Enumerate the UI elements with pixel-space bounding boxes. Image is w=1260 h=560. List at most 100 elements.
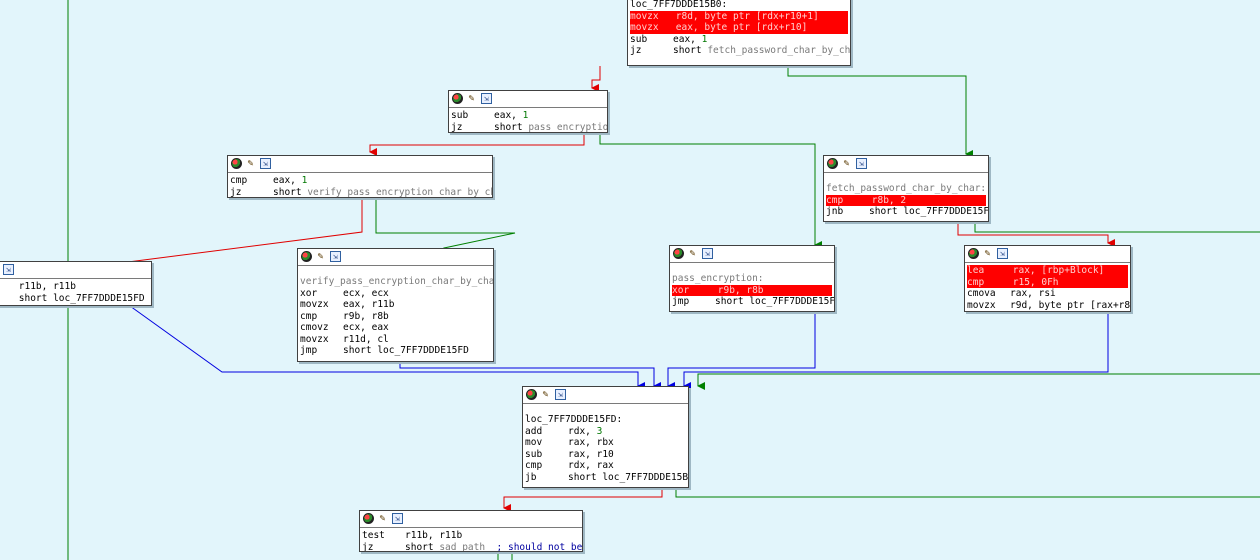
node-color-icon[interactable] [452,93,463,104]
code-block-loc-15fd[interactable]: ✎ ⇲ loc_7FF7DDDE15FD: add rdx, 3 mov rax, rbx… [522,386,689,488]
code-line[interactable]: cmp eax, 1 [230,175,490,187]
code-line[interactable]: movzx r11d, cl [300,334,491,346]
block-header: ✎⇲ [523,387,688,404]
code-line[interactable]: cmova rax, rsi [967,288,1128,300]
symbol-reference[interactable]: fetch_password_char_by_char [707,45,850,56]
code-line[interactable]: movzx eax, byte ptr [rdx+r10] [630,22,848,34]
group-graph-icon[interactable]: ⇲ [856,158,867,169]
operands: short loc_7FF7DDDE15FD [869,206,989,217]
code-line[interactable]: xor ecx, ecx [300,288,491,300]
code-line[interactable] [525,406,686,414]
mnemonic: add [525,425,543,437]
mnemonic: xor [300,287,318,299]
operands: rdx, [568,425,597,437]
code-line[interactable]: xor r9b, r8b [672,284,832,296]
code-line[interactable]: movzx eax, r11b [300,299,491,311]
block-header: ✎⇲ [449,91,607,108]
code-line[interactable]: sub eax, 1 [630,34,848,46]
rename-icon[interactable]: ✎ [245,158,256,169]
operands: short [273,186,308,198]
symbol-reference[interactable]: sad_path [439,542,485,552]
code-block-body: r r11b, r11bp short loc_7FF7DDDE15FD [0,279,151,305]
code-line[interactable]: jz short verify_pass_encryption_char_by_c… [230,186,492,198]
group-graph-icon[interactable]: ⇲ [260,158,271,169]
rename-icon[interactable]: ✎ [466,93,477,104]
rename-icon[interactable]: ✎ [982,248,993,259]
code-line[interactable] [300,268,491,276]
rename-icon[interactable]: ✎ [377,513,388,524]
rename-icon[interactable]: ✎ [540,389,551,400]
code-block-test-r11b[interactable]: ✎ ⇲ test r11b, r11b jz short sad_path ; shou… [359,510,583,552]
code-line[interactable]: movzx r9d, byte ptr [rax+r8] [967,299,1130,312]
code-line[interactable]: cmp rdx, rax [525,460,686,472]
group-graph-icon[interactable]: ⇲ [702,248,713,259]
code-block-body: lea rax, [rbp+Block] cmp r15, 0Fh cmova rax… [965,263,1130,312]
code-line[interactable]: pass_encryption: [672,273,832,285]
code-block-left-partial[interactable]: ✎⇲ r r11b, r11bp short loc_7FF7DDDE15FD [0,261,152,306]
node-color-icon[interactable] [673,248,684,259]
mnemonic: movzx [300,333,329,345]
group-graph-icon[interactable]: ⇲ [330,251,341,262]
code-line[interactable]: test r11b, r11b [362,530,580,542]
code-line[interactable]: jz short pass_encryption [451,122,607,133]
code-line[interactable]: loc_7FF7DDDE15FD: [525,414,686,426]
group-graph-icon[interactable]: ⇲ [392,513,403,524]
mnemonic: movzx [967,299,996,311]
group-graph-icon[interactable]: ⇲ [3,264,14,275]
block-header: ✎⇲ [965,246,1130,263]
edge-n0-true [787,66,973,158]
node-color-icon[interactable] [363,513,374,524]
code-line[interactable]: lea rax, [rbp+Block] [967,265,1128,277]
code-line[interactable]: r r11b, r11b [0,281,149,293]
immediate-value: 3 [596,425,603,437]
node-color-icon[interactable] [301,251,312,262]
code-line[interactable]: sub eax, 1 [451,110,605,122]
code-line[interactable]: fetch_password_char_by_char: [826,183,986,195]
code-block-sub-eax[interactable]: ✎ ⇲ sub eax, 1 jz short pass_encryption [448,90,608,133]
code-line[interactable]: p short loc_7FF7DDDE15FD [0,293,149,305]
symbol-reference[interactable]: verify_pass_encryption_char_by_char [307,187,492,198]
rename-icon[interactable]: ✎ [687,248,698,259]
code-line[interactable]: sub rax, r10 [525,449,686,461]
node-color-icon[interactable] [526,389,537,400]
code-line[interactable]: mov rax, rbx [525,437,686,449]
group-graph-icon[interactable]: ⇲ [997,248,1008,259]
code-block-verify-pass[interactable]: ✎ ⇲ verify_pass_encryption_char_by_char: x… [297,248,494,362]
group-graph-icon[interactable]: ⇲ [555,389,566,400]
code-line[interactable]: cmp r9b, r8b [300,311,491,323]
code-line[interactable]: add rdx, 3 [525,426,686,438]
operands: ecx, eax [343,322,389,333]
node-color-icon[interactable] [231,158,242,169]
mnemonic: cmp [525,460,543,471]
code-block-fetch-password[interactable]: ✎ ⇲ fetch_password_char_by_char: cmp r8b, … [823,155,989,222]
node-color-icon[interactable] [968,248,979,259]
code-line[interactable]: loc_7FF7DDDE15B0: [630,0,848,11]
code-line[interactable] [826,175,986,183]
code-block-body: loc_7FF7DDDE15B0: movzx r8d, byte ptr [rd… [628,0,850,59]
group-graph-icon[interactable]: ⇲ [481,93,492,104]
rename-icon[interactable]: ✎ [315,251,326,262]
code-line[interactable]: cmp r15, 0Fh [967,276,1128,288]
code-line[interactable] [672,265,832,273]
code-line[interactable]: jb short loc_7FF7DDDE15B0 [525,472,688,484]
code-line[interactable]: jnb short loc_7FF7DDDE15FD [826,206,989,218]
mnemonic: test [362,530,385,541]
code-block-body: test r11b, r11b jz short sad_path ; should … [360,528,582,552]
node-color-icon[interactable] [827,158,838,169]
code-block-cmp-eax[interactable]: ✎ ⇲ cmp eax, 1 jz short verify_pass_encrypti… [227,155,493,198]
code-block-loc-15b0[interactable]: loc_7FF7DDDE15B0: movzx r8d, byte ptr [rd… [627,0,851,66]
operands: eax, [494,110,523,121]
code-line[interactable]: cmp r8b, 2 [826,194,986,206]
rename-icon[interactable]: ✎ [841,158,852,169]
code-line[interactable]: verify_pass_encryption_char_by_char: [300,276,493,288]
code-block-lea-rax[interactable]: ✎ ⇲ lea rax, [rbp+Block] cmp r15, 0Fh cmova… [964,245,1131,312]
operands: short loc_7FF7DDDE15FD [715,296,835,307]
code-line[interactable]: jz short sad_path ; should not be 0 [362,542,582,552]
symbol-reference[interactable]: pass_encryption [528,122,607,133]
code-block-pass-encryption[interactable]: ✎ ⇲ pass_encryption: xor r9b, r8b jmp short … [669,245,835,312]
code-line[interactable]: cmovz ecx, eax [300,322,491,334]
code-line[interactable]: jmp short loc_7FF7DDDE15FD [300,345,491,357]
code-line[interactable]: jmp short loc_7FF7DDDE15FD [672,296,835,308]
code-line[interactable]: movzx r8d, byte ptr [rdx+r10+1] [630,10,848,22]
code-line[interactable]: jz short fetch_password_char_by_char [630,45,850,57]
